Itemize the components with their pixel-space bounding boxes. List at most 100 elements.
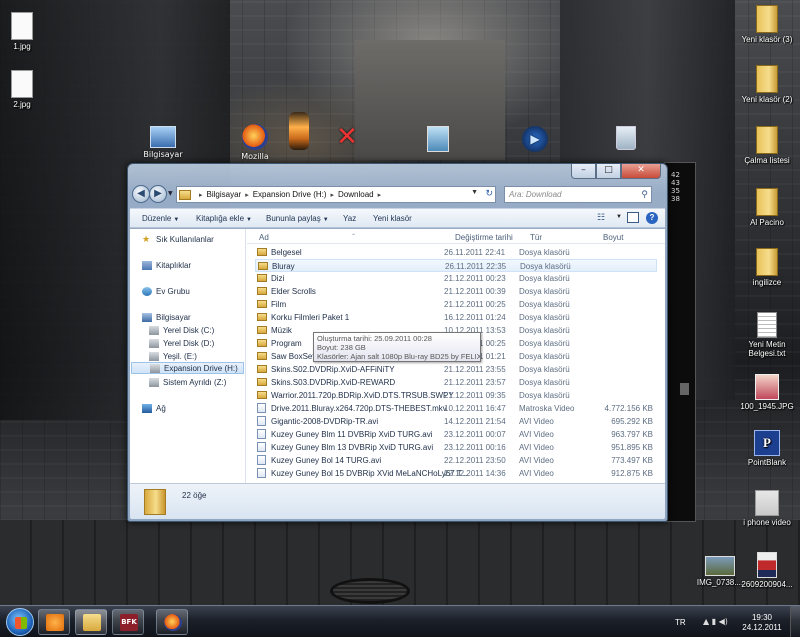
file-type: Matroska Video xyxy=(519,404,575,413)
nav-drive-d[interactable]: Yerel Disk (D:) xyxy=(149,337,214,349)
change-view-icon[interactable]: ☷ xyxy=(597,212,613,224)
file-date: 21.12.2011 23:57 xyxy=(444,378,506,387)
file-date: 22.12.2011 14:36 xyxy=(444,469,506,478)
folder-row[interactable]: Warrior.2011.720p.BDRip.XviD.DTS.TRSUB.S… xyxy=(255,389,657,402)
breadcrumb-separator[interactable]: ▸ xyxy=(199,191,203,199)
system-tray[interactable]: ▲ ▮ ◀) xyxy=(703,617,728,626)
show-desktop-button[interactable] xyxy=(790,606,800,637)
folder-row[interactable]: Skins.S03.DVDRip.XviD-REWARD 21.12.2011 2… xyxy=(255,376,657,389)
desktop-icon-label: Bilgisayar xyxy=(143,150,183,159)
command-bar: Düzenle ▼ Kitaplığa ekle ▼ Bununla paylaş ▼… xyxy=(130,208,665,228)
organize-button[interactable]: Düzenle ▼ xyxy=(142,214,179,223)
desktop-icon-media-player[interactable]: ▶ xyxy=(505,126,565,154)
taskbar-bfk[interactable]: BFK xyxy=(112,609,144,635)
minimize-button[interactable]: – xyxy=(571,164,596,179)
taskbar-explorer[interactable] xyxy=(75,609,107,635)
desktop-icon-recycle-bin[interactable] xyxy=(596,126,656,152)
breadcrumb-download[interactable]: Download xyxy=(338,190,374,199)
nav-favorites[interactable]: ★ Sık Kullanılanlar xyxy=(142,233,214,245)
folder-row[interactable]: Dizi 21.12.2011 00:23 Dosya klasörü xyxy=(255,272,657,285)
file-row[interactable]: Gigantic-2008-DVDRip-TR.avi 14.12.2011 21… xyxy=(255,415,657,428)
folder-row[interactable]: Belgesel 26.11.2011 22:41 Dosya klasörü xyxy=(255,246,657,259)
desktop-icon-photo-100-1945[interactable]: 100_1945.JPG xyxy=(733,374,800,411)
desktop-icon-ingilizce[interactable]: ingilizce xyxy=(733,248,800,287)
file-name: Kuzey Guney Bol 14 TURG.avi xyxy=(271,456,382,465)
add-to-library-button[interactable]: Kitaplığa ekle ▼ xyxy=(196,214,252,223)
new-folder-button[interactable]: Yeni klasör xyxy=(373,214,412,223)
burn-button[interactable]: Yaz xyxy=(343,214,356,223)
desktop-icon-al-pacino[interactable]: Al Pacino xyxy=(733,188,800,227)
column-header-name[interactable]: Ad xyxy=(259,233,269,242)
file-row[interactable]: Kuzey Guney Bol 15 DVBRip XVid MeLaNCHoL… xyxy=(255,467,657,480)
volume-icon[interactable]: ◀) xyxy=(719,617,728,626)
nav-drive-c[interactable]: Yerel Disk (C:) xyxy=(149,324,214,336)
explorer-window[interactable]: – □ ✕ ◀ ▶ ▼ ▸ Bilgisayar ▸ Expansion Dri… xyxy=(127,163,668,522)
close-button[interactable]: ✕ xyxy=(621,164,661,179)
breadcrumb-expansion-drive[interactable]: Expansion Drive (H:) xyxy=(253,190,327,199)
file-date: 23.12.2011 00:07 xyxy=(444,430,506,439)
help-icon[interactable]: ? xyxy=(646,212,658,224)
folder-row[interactable]: Korku Filmleri Paket 1 16.12.2011 01:24 Do… xyxy=(255,311,657,324)
start-button[interactable] xyxy=(6,608,34,636)
desktop-icon-2jpg[interactable]: 2.jpg xyxy=(0,70,56,109)
nav-computer[interactable]: Bilgisayar xyxy=(142,311,191,323)
desktop-icon-computer[interactable]: Bilgisayar xyxy=(133,126,193,159)
file-name: Elder Scrolls xyxy=(271,287,316,296)
desktop-icon-new-folder-3[interactable]: Yeni klasör (3) xyxy=(733,5,800,44)
nav-libraries[interactable]: Kitaplıklar xyxy=(142,259,191,271)
console-scrollbar-thumb[interactable] xyxy=(680,383,689,395)
share-with-button[interactable]: Bununla paylaş ▼ xyxy=(266,214,329,223)
clock[interactable]: 19:30 24.12.2011 xyxy=(740,613,784,633)
language-indicator[interactable]: TR xyxy=(675,618,686,627)
address-dropdown-icon[interactable]: ▼ xyxy=(471,189,478,196)
desktop-icon-1jpg[interactable]: 1.jpg xyxy=(0,12,56,51)
taskbar-firefox[interactable] xyxy=(156,609,188,635)
desktop-icon-x-shortcut[interactable]: ✕ xyxy=(317,124,377,152)
search-input[interactable]: Ara: Download ⚲ xyxy=(504,186,652,203)
breadcrumb-separator[interactable]: ▸ xyxy=(331,191,335,199)
search-icon[interactable]: ⚲ xyxy=(641,189,648,200)
recent-pages-dropdown[interactable]: ▼ xyxy=(168,190,176,199)
desktop-icon-text-document[interactable]: Yeni Metin Belgesi.txt xyxy=(733,312,800,358)
folder-row[interactable]: Skins.S02.DVDRip.XviD-AFFiNiTY 21.12.2011… xyxy=(255,363,657,376)
file-name: Gigantic-2008-DVDRip-TR.avi xyxy=(271,417,379,426)
nav-homegroup[interactable]: Ev Grubu xyxy=(142,285,190,297)
desktop-icon-playlist[interactable]: Çalma listesi xyxy=(733,126,800,165)
breadcrumb-separator[interactable]: ▸ xyxy=(245,191,249,199)
background-console-window[interactable]: 42 43 35 38 xyxy=(664,162,696,522)
file-row[interactable]: Kuzey Guney Bol 14 TURG.avi 22.12.2011 23… xyxy=(255,454,657,467)
column-header-type[interactable]: Tür xyxy=(530,233,542,242)
nav-drive-z[interactable]: Sistem Ayrıldı (Z:) xyxy=(149,376,226,388)
folder-row[interactable]: Elder Scrolls 21.12.2011 00:39 Dosya klasö… xyxy=(255,285,657,298)
preview-pane-icon[interactable] xyxy=(627,212,639,223)
desktop-icon-new-folder-2[interactable]: Yeni klasör (2) xyxy=(733,65,800,104)
nav-network[interactable]: Ağ xyxy=(142,402,166,414)
network-icon[interactable]: ▮ xyxy=(712,617,716,626)
breadcrumb-separator[interactable]: ▸ xyxy=(378,191,382,199)
folder-row[interactable]: Bluray 26.11.2011 22:35 Dosya klasörü xyxy=(255,259,657,272)
file-row[interactable]: Kuzey Guney Blm 13 DVBRip XviD TURG.avi 2… xyxy=(255,441,657,454)
file-row[interactable]: Kuzey Guney Blm 11 DVBRip XviD TURG.avi 2… xyxy=(255,428,657,441)
folder-row[interactable]: Film 21.12.2011 00:25 Dosya klasörü xyxy=(255,298,657,311)
nav-drive-h[interactable]: Expansion Drive (H:) xyxy=(131,362,244,374)
forward-button[interactable]: ▶ xyxy=(149,185,167,203)
breadcrumb-computer[interactable]: Bilgisayar xyxy=(207,190,242,199)
desktop-icon-pointblank[interactable]: P PointBlank xyxy=(733,430,800,467)
column-header-size[interactable]: Boyut xyxy=(603,233,623,242)
maximize-button[interactable]: □ xyxy=(596,164,621,179)
file-row[interactable]: Drive.2011.Bluray.x264.720p.DTS-THEBEST.… xyxy=(255,402,657,415)
back-button[interactable]: ◀ xyxy=(132,185,150,203)
nav-drive-e[interactable]: Yeşil. (E:) xyxy=(149,350,197,362)
desktop-icon-photo-2609[interactable]: 2609200904... xyxy=(733,552,800,589)
refresh-icon[interactable]: ↻ xyxy=(485,188,493,199)
desktop-icon-iphone-video[interactable]: i phone video xyxy=(733,490,800,527)
tray-expand-icon[interactable]: ▲ xyxy=(703,617,709,626)
chevron-down-icon[interactable]: ▼ xyxy=(616,214,622,220)
address-bar[interactable]: ▸ Bilgisayar ▸ Expansion Drive (H:) ▸ Do… xyxy=(176,186,496,203)
desktop-icon-photo-shortcut[interactable] xyxy=(408,126,468,154)
video-file-icon xyxy=(257,455,266,465)
file-name: Skins.S02.DVDRip.XviD-AFFiNiTY xyxy=(271,365,395,374)
desktop-icon-label: 2.jpg xyxy=(13,100,31,109)
column-header-date[interactable]: Değiştirme tarihi xyxy=(455,233,513,242)
taskbar-media-player[interactable] xyxy=(38,609,70,635)
